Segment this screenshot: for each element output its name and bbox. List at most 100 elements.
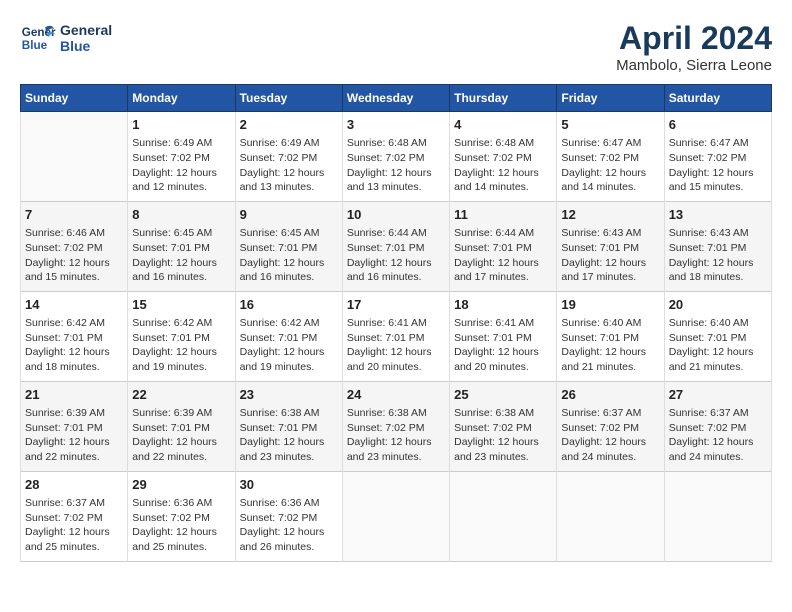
calendar-cell: 23Sunrise: 6:38 AMSunset: 7:01 PMDayligh…: [235, 381, 342, 471]
day-number: 6: [669, 116, 767, 134]
day-number: 25: [454, 386, 552, 404]
day-number: 22: [132, 386, 230, 404]
page-subtitle: Mambolo, Sierra Leone: [616, 57, 772, 74]
header-tuesday: Tuesday: [235, 85, 342, 112]
day-info: Sunrise: 6:39 AMSunset: 7:01 PMDaylight:…: [132, 406, 230, 465]
header-sunday: Sunday: [21, 85, 128, 112]
calendar-week-row: 21 Sunrise: 6:39 AMSunset: 7:01 PMDayligh…: [21, 381, 772, 471]
day-number: 18: [454, 296, 552, 314]
day-number: 10: [347, 206, 445, 224]
calendar-cell: 6 Sunrise: 6:47 AMSunset: 7:02 PMDaylight…: [664, 112, 771, 202]
calendar-header-row: SundayMondayTuesdayWednesdayThursdayFrid…: [21, 85, 772, 112]
calendar-cell: [21, 112, 128, 202]
day-info: Sunrise: 6:44 AMSunset: 7:01 PMDaylight:…: [347, 226, 445, 285]
calendar-cell: 25Sunrise: 6:38 AMSunset: 7:02 PMDayligh…: [450, 381, 557, 471]
calendar-cell: [557, 471, 664, 561]
calendar-cell: 29Sunrise: 6:36 AMSunset: 7:02 PMDayligh…: [128, 471, 235, 561]
calendar-cell: 26Sunrise: 6:37 AMSunset: 7:02 PMDayligh…: [557, 381, 664, 471]
day-info: Sunrise: 6:37 AMSunset: 7:02 PMDaylight:…: [669, 406, 767, 465]
day-number: 1: [132, 116, 230, 134]
page-title: April 2024: [616, 20, 772, 57]
header-monday: Monday: [128, 85, 235, 112]
calendar-cell: 19 Sunrise: 6:40 AMSunset: 7:01 PMDayligh…: [557, 291, 664, 381]
day-info: Sunrise: 6:41 AMSunset: 7:01 PMDaylight:…: [347, 316, 445, 375]
calendar-cell: 9 Sunrise: 6:45 AMSunset: 7:01 PMDaylight…: [235, 201, 342, 291]
header-thursday: Thursday: [450, 85, 557, 112]
calendar-cell: [342, 471, 449, 561]
calendar-cell: 1 Sunrise: 6:49 AMSunset: 7:02 PMDaylight…: [128, 112, 235, 202]
day-info: Sunrise: 6:43 AMSunset: 7:01 PMDaylight:…: [669, 226, 767, 285]
day-info: Sunrise: 6:47 AMSunset: 7:02 PMDaylight:…: [669, 136, 767, 195]
calendar-cell: 30 Sunrise: 6:36 AMSunset: 7:02 PMDayligh…: [235, 471, 342, 561]
day-number: 15: [132, 296, 230, 314]
day-number: 2: [240, 116, 338, 134]
calendar-table: SundayMondayTuesdayWednesdayThursdayFrid…: [20, 84, 772, 562]
day-number: 24: [347, 386, 445, 404]
day-info: Sunrise: 6:44 AMSunset: 7:01 PMDaylight:…: [454, 226, 552, 285]
day-info: Sunrise: 6:41 AMSunset: 7:01 PMDaylight:…: [454, 316, 552, 375]
day-info: Sunrise: 6:48 AMSunset: 7:02 PMDaylight:…: [347, 136, 445, 195]
day-info: Sunrise: 6:42 AMSunset: 7:01 PMDaylight:…: [25, 316, 123, 375]
logo-icon: General Blue: [20, 20, 56, 56]
calendar-cell: 10 Sunrise: 6:44 AMSunset: 7:01 PMDayligh…: [342, 201, 449, 291]
calendar-week-row: 14Sunrise: 6:42 AMSunset: 7:01 PMDayligh…: [21, 291, 772, 381]
day-info: Sunrise: 6:49 AMSunset: 7:02 PMDaylight:…: [240, 136, 338, 195]
calendar-week-row: 1 Sunrise: 6:49 AMSunset: 7:02 PMDaylight…: [21, 112, 772, 202]
header-friday: Friday: [557, 85, 664, 112]
header-saturday: Saturday: [664, 85, 771, 112]
calendar-cell: [664, 471, 771, 561]
day-number: 29: [132, 476, 230, 494]
day-number: 8: [132, 206, 230, 224]
day-number: 21: [25, 386, 123, 404]
day-info: Sunrise: 6:49 AMSunset: 7:02 PMDaylight:…: [132, 136, 230, 195]
title-area: April 2024 Mambolo, Sierra Leone: [616, 20, 772, 74]
svg-text:Blue: Blue: [22, 39, 48, 52]
calendar-cell: 7Sunrise: 6:46 AMSunset: 7:02 PMDaylight…: [21, 201, 128, 291]
logo: General Blue General Blue: [20, 20, 112, 56]
calendar-cell: 16Sunrise: 6:42 AMSunset: 7:01 PMDayligh…: [235, 291, 342, 381]
day-number: 16: [240, 296, 338, 314]
calendar-cell: 4 Sunrise: 6:48 AMSunset: 7:02 PMDaylight…: [450, 112, 557, 202]
day-number: 13: [669, 206, 767, 224]
day-number: 11: [454, 206, 552, 224]
day-number: 28: [25, 476, 123, 494]
calendar-cell: 12 Sunrise: 6:43 AMSunset: 7:01 PMDayligh…: [557, 201, 664, 291]
day-info: Sunrise: 6:40 AMSunset: 7:01 PMDaylight:…: [561, 316, 659, 375]
day-info: Sunrise: 6:38 AMSunset: 7:02 PMDaylight:…: [347, 406, 445, 465]
calendar-cell: 22 Sunrise: 6:39 AMSunset: 7:01 PMDayligh…: [128, 381, 235, 471]
calendar-cell: 15 Sunrise: 6:42 AMSunset: 7:01 PMDayligh…: [128, 291, 235, 381]
day-number: 26: [561, 386, 659, 404]
calendar-cell: 5Sunrise: 6:47 AMSunset: 7:02 PMDaylight…: [557, 112, 664, 202]
day-number: 7: [25, 206, 123, 224]
calendar-cell: 14Sunrise: 6:42 AMSunset: 7:01 PMDayligh…: [21, 291, 128, 381]
calendar-cell: 18 Sunrise: 6:41 AMSunset: 7:01 PMDayligh…: [450, 291, 557, 381]
day-number: 12: [561, 206, 659, 224]
day-number: 19: [561, 296, 659, 314]
day-info: Sunrise: 6:42 AMSunset: 7:01 PMDaylight:…: [132, 316, 230, 375]
calendar-cell: 21Sunrise: 6:39 AMSunset: 7:01 PMDayligh…: [21, 381, 128, 471]
header-wednesday: Wednesday: [342, 85, 449, 112]
calendar-cell: 24 Sunrise: 6:38 AMSunset: 7:02 PMDayligh…: [342, 381, 449, 471]
day-number: 9: [240, 206, 338, 224]
day-info: Sunrise: 6:37 AMSunset: 7:02 PMDaylight:…: [25, 496, 123, 555]
header: General Blue General Blue April 2024 Mam…: [20, 20, 772, 74]
day-number: 17: [347, 296, 445, 314]
calendar-week-row: 7Sunrise: 6:46 AMSunset: 7:02 PMDaylight…: [21, 201, 772, 291]
day-info: Sunrise: 6:45 AMSunset: 7:01 PMDaylight:…: [132, 226, 230, 285]
day-number: 20: [669, 296, 767, 314]
calendar-cell: 13 Sunrise: 6:43 AMSunset: 7:01 PMDayligh…: [664, 201, 771, 291]
calendar-cell: 2 Sunrise: 6:49 AMSunset: 7:02 PMDaylight…: [235, 112, 342, 202]
calendar-cell: [450, 471, 557, 561]
day-info: Sunrise: 6:36 AMSunset: 7:02 PMDaylight:…: [240, 496, 338, 555]
day-number: 3: [347, 116, 445, 134]
day-info: Sunrise: 6:48 AMSunset: 7:02 PMDaylight:…: [454, 136, 552, 195]
calendar-cell: 3 Sunrise: 6:48 AMSunset: 7:02 PMDaylight…: [342, 112, 449, 202]
calendar-cell: 17 Sunrise: 6:41 AMSunset: 7:01 PMDayligh…: [342, 291, 449, 381]
day-number: 4: [454, 116, 552, 134]
day-info: Sunrise: 6:38 AMSunset: 7:01 PMDaylight:…: [240, 406, 338, 465]
day-info: Sunrise: 6:45 AMSunset: 7:01 PMDaylight:…: [240, 226, 338, 285]
day-number: 30: [240, 476, 338, 494]
day-info: Sunrise: 6:43 AMSunset: 7:01 PMDaylight:…: [561, 226, 659, 285]
day-info: Sunrise: 6:47 AMSunset: 7:02 PMDaylight:…: [561, 136, 659, 195]
calendar-cell: 27Sunrise: 6:37 AMSunset: 7:02 PMDayligh…: [664, 381, 771, 471]
